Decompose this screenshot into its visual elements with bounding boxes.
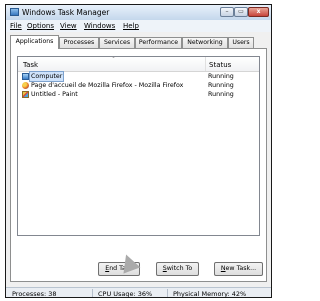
- task-manager-window: Windows Task Manager – ▭ x File Options …: [5, 4, 272, 298]
- task-manager-icon: [10, 8, 19, 16]
- minimize-button[interactable]: –: [220, 7, 234, 17]
- task-name: Computer: [28, 71, 65, 82]
- tab-services[interactable]: Services: [99, 37, 135, 48]
- process-count: Processes: 38: [12, 290, 57, 298]
- cpu-usage: CPU Usage: 36%: [98, 290, 153, 298]
- firefox-icon: [22, 82, 29, 89]
- menu-help[interactable]: Help: [123, 22, 139, 30]
- task-name: Untitled - Paint: [31, 91, 78, 98]
- paint-icon: [22, 91, 29, 98]
- task-status: Running: [208, 73, 234, 80]
- status-separator: [92, 289, 93, 297]
- list-item[interactable]: Computer Running: [19, 71, 258, 82]
- task-status: Running: [208, 91, 234, 98]
- tab-users[interactable]: Users: [228, 37, 254, 48]
- switch-to-button[interactable]: Switch To: [156, 262, 199, 276]
- tab-networking[interactable]: Networking: [182, 37, 228, 48]
- title-bar[interactable]: Windows Task Manager – ▭ x: [6, 5, 271, 20]
- main-panel: Applications Processes Services Performa…: [6, 32, 271, 287]
- tab-applications[interactable]: Applications: [10, 35, 59, 49]
- tab-processes[interactable]: Processes: [59, 37, 99, 48]
- task-list[interactable]: Task ˆ Status Computer Running Page d'ac…: [17, 56, 260, 236]
- column-header-task[interactable]: Task: [23, 61, 38, 69]
- window-title: Windows Task Manager: [22, 8, 110, 17]
- list-item[interactable]: Untitled - Paint Running: [19, 90, 258, 99]
- maximize-button[interactable]: ▭: [234, 7, 248, 17]
- computer-icon: [22, 73, 29, 80]
- list-header: Task ˆ Status: [18, 57, 259, 72]
- new-task-button[interactable]: New Task...: [214, 262, 263, 276]
- list-item[interactable]: Page d'accueil de Mozilla Firefox - Mozi…: [19, 81, 258, 90]
- physical-memory: Physical Memory: 42%: [173, 290, 247, 298]
- column-header-status[interactable]: Status: [209, 61, 231, 69]
- tab-performance[interactable]: Performance: [135, 37, 182, 48]
- column-divider[interactable]: [205, 57, 206, 71]
- menu-view[interactable]: View: [60, 22, 77, 30]
- menu-windows[interactable]: Windows: [84, 22, 115, 30]
- close-button[interactable]: x: [248, 7, 269, 17]
- status-separator: [167, 289, 168, 297]
- menu-options[interactable]: Options: [27, 22, 54, 30]
- menu-file[interactable]: File: [10, 22, 22, 30]
- status-bar: Processes: 38 CPU Usage: 36% Physical Me…: [6, 287, 271, 298]
- sort-arrow-icon: ˆ: [112, 57, 115, 64]
- task-name: Page d'accueil de Mozilla Firefox - Mozi…: [31, 82, 184, 89]
- task-status: Running: [208, 82, 234, 89]
- menu-bar: File Options View Windows Help: [6, 20, 271, 32]
- applications-tab-page: Task ˆ Status Computer Running Page d'ac…: [10, 48, 267, 282]
